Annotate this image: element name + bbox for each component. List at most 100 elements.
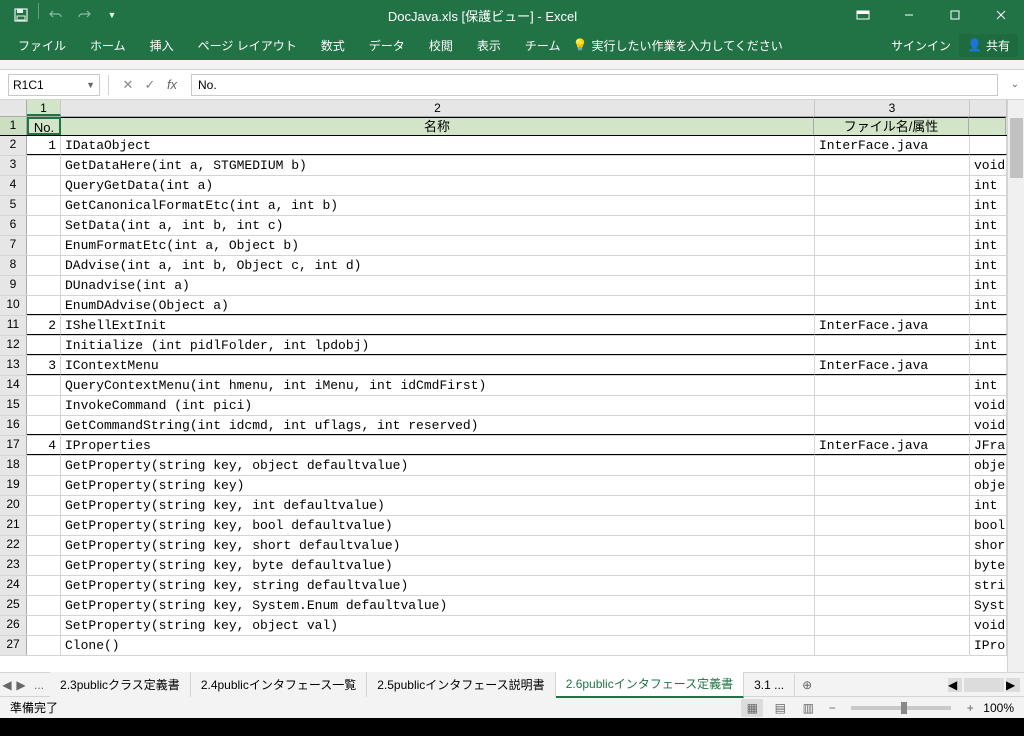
cell-ret[interactable]: stri [970, 576, 1007, 595]
table-row[interactable]: 15InvokeCommand (int pici)void [0, 396, 1024, 416]
tab-home[interactable]: ホーム [78, 31, 138, 60]
row-header[interactable]: 8 [0, 256, 27, 275]
cell-name[interactable]: IProperties [61, 436, 815, 455]
table-row[interactable]: 7EnumFormatEtc(int a, Object b)int [0, 236, 1024, 256]
cell-file[interactable] [815, 236, 970, 255]
ribbon-display-icon[interactable] [840, 0, 886, 30]
row-header[interactable]: 19 [0, 476, 27, 495]
cell-file[interactable] [815, 476, 970, 495]
cell-name[interactable]: Clone() [61, 636, 815, 655]
expand-formula-icon[interactable]: ⌄ [1006, 79, 1024, 90]
cell-file[interactable]: InterFace.java [815, 316, 970, 335]
view-pagelayout-icon[interactable]: ▤ [769, 699, 791, 717]
tab-file[interactable]: ファイル [6, 31, 78, 60]
row-header[interactable]: 11 [0, 316, 27, 335]
cell-no[interactable] [27, 636, 61, 655]
cell-no[interactable] [27, 516, 61, 535]
table-row[interactable]: 14 QueryContextMenu(int hmenu, int iMenu,… [0, 376, 1024, 396]
cell-no[interactable] [27, 276, 61, 295]
cell-name[interactable]: IContextMenu [61, 356, 815, 375]
table-row[interactable]: 18GetProperty(string key, object default… [0, 456, 1024, 476]
cell-name[interactable]: QueryContextMenu(int hmenu, int iMenu, i… [61, 376, 815, 395]
cell-no[interactable] [27, 256, 61, 275]
cell-no[interactable]: 1 [27, 136, 61, 155]
table-row[interactable]: 133IContextMenuInterFace.java [0, 356, 1024, 376]
cell-no[interactable] [27, 556, 61, 575]
table-row[interactable]: 10EnumDAdvise(Object a)int [0, 296, 1024, 316]
cell-ret[interactable]: int [970, 336, 1007, 355]
row-header[interactable]: 13 [0, 356, 27, 375]
cell-ret[interactable]: int [970, 176, 1007, 195]
cell-name[interactable]: GetDataHere(int a, STGMEDIUM b) [61, 156, 815, 175]
cell-file[interactable] [815, 496, 970, 515]
row-header[interactable]: 21 [0, 516, 27, 535]
table-row[interactable]: 9 DUnadvise(int a) int [0, 276, 1024, 296]
cell-name[interactable]: EnumFormatEtc(int a, Object b) [61, 236, 815, 255]
tab-team[interactable]: チーム [513, 31, 573, 60]
chevron-down-icon[interactable]: ▼ [86, 80, 95, 90]
add-sheet-icon[interactable]: ⊕ [795, 678, 819, 692]
cell-file[interactable] [815, 516, 970, 535]
table-row[interactable]: 21IDataObjectInterFace.java [0, 136, 1024, 156]
cell-no[interactable] [27, 236, 61, 255]
tab-data[interactable]: データ [357, 31, 417, 60]
row-header[interactable]: 14 [0, 376, 27, 395]
cell-ret[interactable]: Syst [970, 596, 1007, 615]
cell-no[interactable] [27, 396, 61, 415]
cell-file[interactable] [815, 576, 970, 595]
row-header[interactable]: 12 [0, 336, 27, 355]
cell-name[interactable]: GetProperty(string key, object defaultva… [61, 456, 815, 475]
cell-ret[interactable]: int [970, 236, 1007, 255]
name-box[interactable]: R1C1 ▼ [8, 74, 100, 96]
cell-file[interactable] [815, 196, 970, 215]
cell-no[interactable] [27, 296, 61, 315]
cell-no[interactable] [27, 616, 61, 635]
signin-link[interactable]: サインイン [891, 37, 951, 54]
col-header-1[interactable]: 1 [27, 100, 61, 116]
cell-ret[interactable]: void [970, 416, 1007, 435]
table-row[interactable]: 25GetProperty(string key, System.Enum de… [0, 596, 1024, 616]
cell-name[interactable]: GetProperty(string key, byte defaultvalu… [61, 556, 815, 575]
cell-no[interactable]: 4 [27, 436, 61, 455]
cell-name[interactable]: GetProperty(string key, short defaultval… [61, 536, 815, 555]
cell-file[interactable] [815, 616, 970, 635]
cell-no[interactable] [27, 496, 61, 515]
formula-input[interactable]: No. [191, 74, 998, 96]
header-cell-ret[interactable] [969, 117, 1006, 135]
cell-name[interactable]: GetProperty(string key) [61, 476, 815, 495]
close-button[interactable] [978, 0, 1024, 30]
cell-name[interactable]: DUnadvise(int a) [61, 276, 815, 295]
cell-name[interactable]: DAdvise(int a, int b, Object c, int d) [61, 256, 815, 275]
cell-file[interactable] [815, 396, 970, 415]
cell-name[interactable]: GetProperty(string key, string defaultva… [61, 576, 815, 595]
table-row[interactable]: 24GetProperty(string key, string default… [0, 576, 1024, 596]
cell-no[interactable]: 3 [27, 356, 61, 375]
cell-file[interactable] [815, 276, 970, 295]
enter-formula-icon[interactable]: ✓ [139, 74, 161, 96]
row-header[interactable]: 4 [0, 176, 27, 195]
cell-no[interactable]: 2 [27, 316, 61, 335]
horizontal-scrollbar[interactable]: ◀ ▶ [819, 678, 1024, 692]
worksheet[interactable]: 1 2 3 1 No. 名称 ファイル名/属性 21IDataObjectInt… [0, 100, 1024, 672]
tab-nav-next[interactable]: ▶ [14, 678, 28, 692]
table-row[interactable]: 26SetProperty(string key, object val)voi… [0, 616, 1024, 636]
row-header[interactable]: 17 [0, 436, 27, 455]
cell-name[interactable]: IDataObject [61, 136, 815, 155]
sheet-tab-active[interactable]: 2.6publicインタフェース定義書 [556, 671, 744, 698]
row-header[interactable]: 20 [0, 496, 27, 515]
fx-icon[interactable]: fx [161, 74, 183, 96]
cell-ret[interactable]: int [970, 276, 1007, 295]
cell-name[interactable]: InvokeCommand (int pici) [61, 396, 815, 415]
zoom-level[interactable]: 100% [983, 701, 1014, 715]
row-header[interactable]: 3 [0, 156, 27, 175]
cell-no[interactable] [27, 596, 61, 615]
row-header[interactable]: 1 [0, 117, 27, 135]
zoom-out-button[interactable]: − [825, 701, 839, 715]
row-header[interactable]: 25 [0, 596, 27, 615]
cell-name[interactable]: GetCommandString(int idcmd, int uflags, … [61, 416, 815, 435]
row-header[interactable]: 9 [0, 276, 27, 295]
view-normal-icon[interactable]: ▦ [741, 699, 763, 717]
cell-name[interactable]: Initialize (int pidlFolder, int lpdobj) [61, 336, 815, 355]
minimize-button[interactable] [886, 0, 932, 30]
redo-icon[interactable] [71, 3, 97, 27]
